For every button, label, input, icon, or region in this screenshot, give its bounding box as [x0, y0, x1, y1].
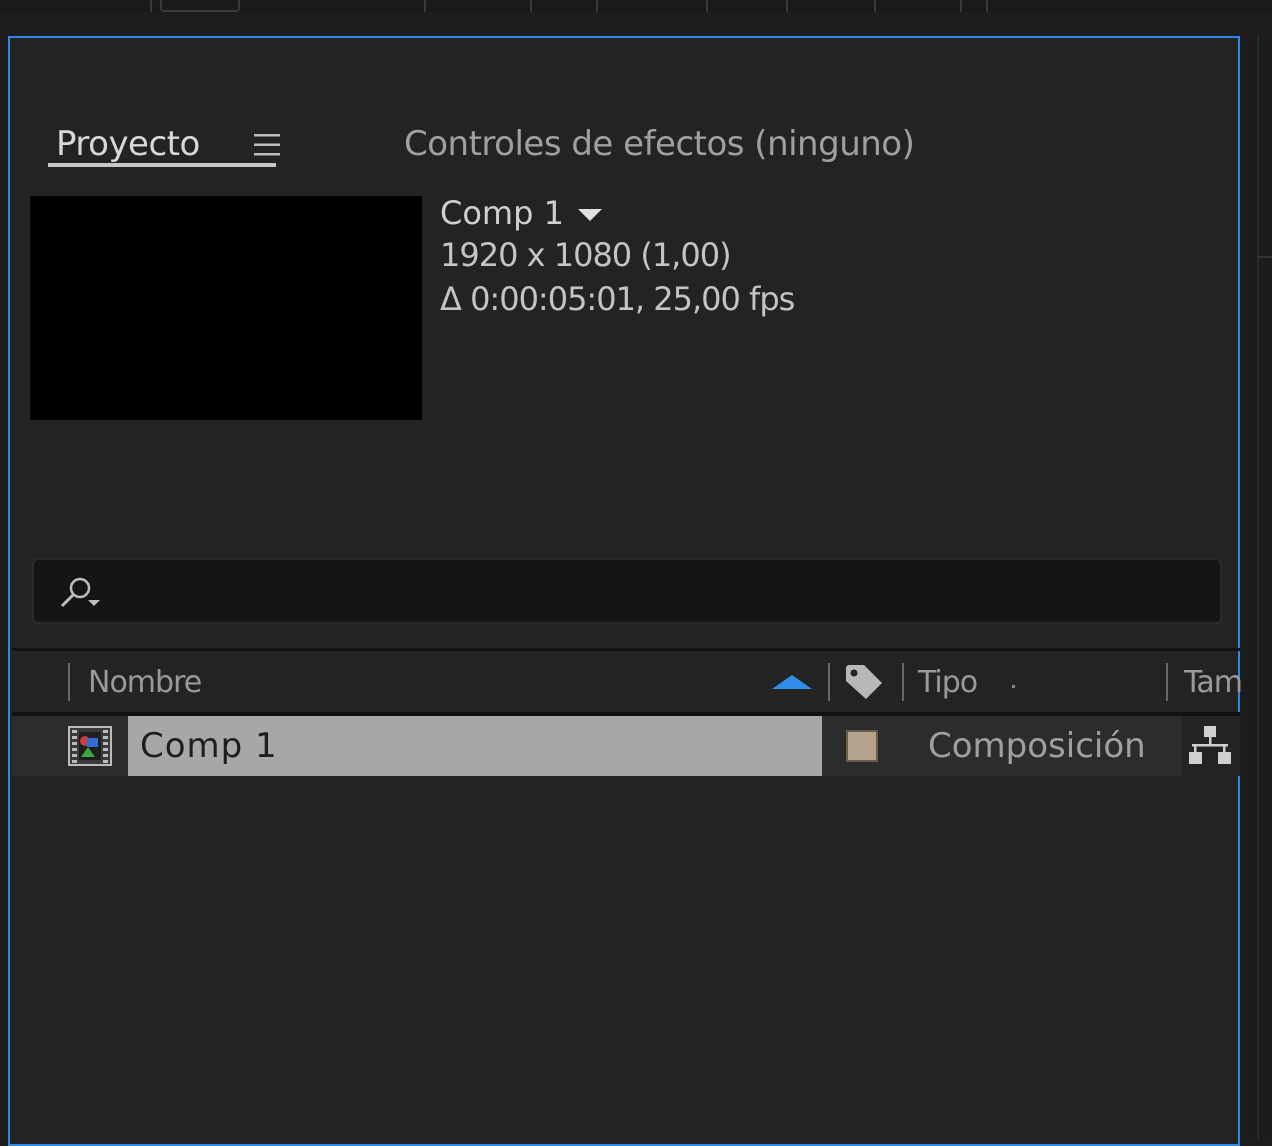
tab-proyecto[interactable]: Proyecto — [56, 124, 200, 164]
panel-menu-icon[interactable] — [254, 133, 280, 157]
composition-icon — [68, 726, 112, 766]
composition-thumbnail — [30, 196, 422, 420]
composition-info: Comp 1 1920 x 1080 (1,00) Δ 0:00:05:01, … — [440, 193, 795, 321]
item-name-cell[interactable]: Comp 1 — [128, 716, 822, 776]
column-separator[interactable] — [902, 663, 904, 701]
column-header-tamano[interactable]: Tam — [1184, 665, 1243, 700]
toolbar-divider — [874, 0, 876, 12]
label-color-swatch[interactable] — [846, 730, 878, 762]
label-tag-icon[interactable] — [844, 663, 886, 701]
toolbar-divider — [530, 0, 532, 12]
composition-resolution: 1920 x 1080 (1,00) — [440, 236, 732, 274]
column-resize-dot — [1012, 685, 1015, 688]
column-separator[interactable] — [1166, 663, 1168, 701]
column-separator[interactable] — [828, 663, 830, 701]
panel-divider — [1257, 36, 1259, 1139]
search-input[interactable] — [32, 558, 1222, 624]
item-name: Comp 1 — [140, 726, 278, 766]
toolbar-divider — [706, 0, 708, 12]
column-separator[interactable] — [68, 663, 70, 701]
project-panel: Proyecto Controles de efectos (ninguno) … — [8, 36, 1243, 1146]
sort-ascending-icon[interactable] — [772, 675, 812, 689]
top-toolbar-strip — [0, 0, 1272, 12]
search-icon[interactable] — [56, 574, 102, 610]
panel-divider — [1257, 256, 1272, 258]
toolbar-divider — [986, 0, 988, 12]
toolbar-divider — [786, 0, 788, 12]
toolbar-field[interactable] — [160, 0, 240, 12]
column-header-tipo[interactable]: Tipo — [918, 665, 978, 700]
toolbar-divider — [960, 0, 962, 12]
project-item-row[interactable]: Comp 1 Composición — [12, 716, 1182, 776]
column-header-row: Nombre Tipo Tam — [12, 651, 1243, 713]
tab-controles-de-efectos[interactable]: Controles de efectos (ninguno) — [404, 124, 915, 164]
toolbar-divider — [596, 0, 598, 12]
active-tab-indicator — [48, 163, 276, 167]
flowchart-icon[interactable] — [1188, 724, 1232, 766]
composition-name: Comp 1 — [440, 194, 564, 232]
item-type: Composición — [928, 726, 1146, 766]
adjacent-panel-edge — [1242, 36, 1272, 1139]
toolbar-divider — [424, 0, 426, 12]
toolbar-divider — [150, 0, 152, 12]
composition-duration: Δ 0:00:05:01, 25,00 fps — [440, 280, 795, 318]
chevron-down-icon[interactable] — [577, 209, 602, 221]
column-header-nombre[interactable]: Nombre — [88, 665, 202, 700]
composition-name-line[interactable]: Comp 1 — [440, 193, 794, 233]
